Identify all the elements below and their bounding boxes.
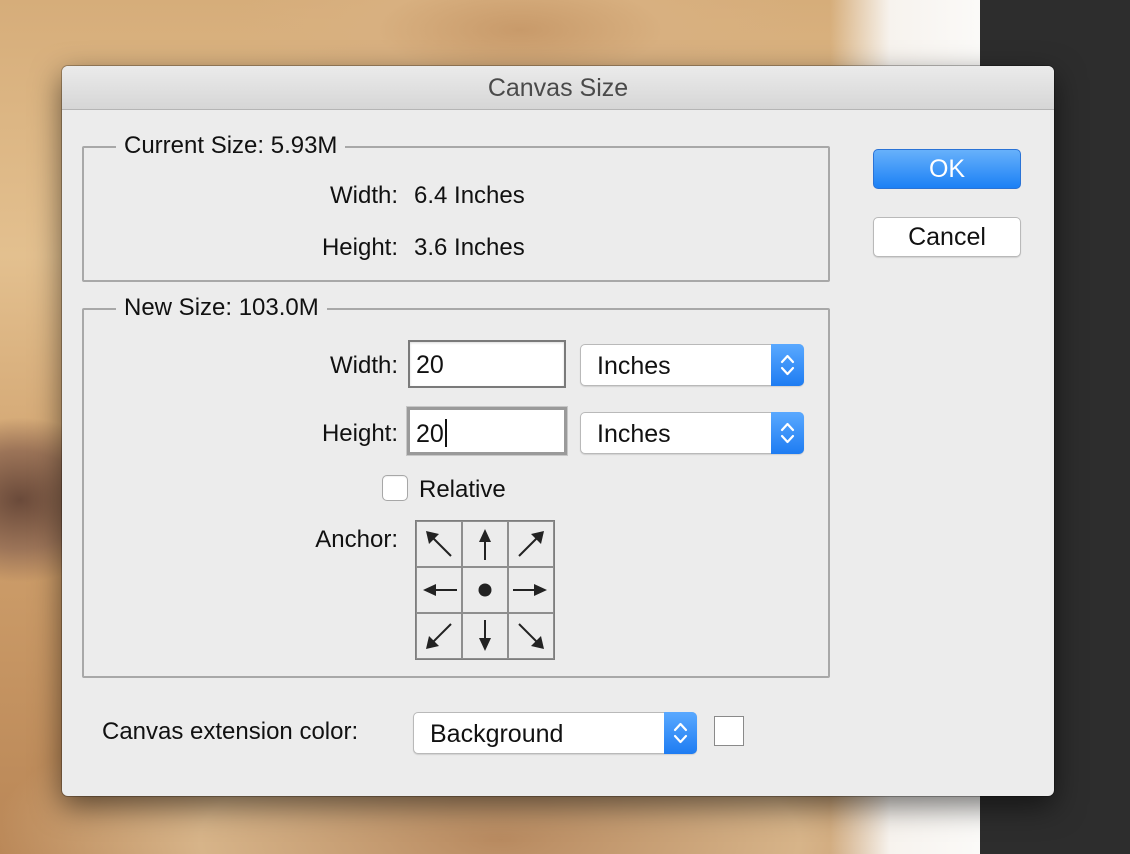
anchor-bottom-right[interactable] <box>508 613 554 659</box>
arrow-right-icon <box>513 584 547 596</box>
anchor-right[interactable] <box>508 567 554 613</box>
chevron-up-down-icon <box>771 344 804 386</box>
current-width-label: Width: <box>329 182 398 209</box>
ok-button[interactable]: OK <box>873 149 1021 189</box>
anchor-label: Anchor: <box>315 526 398 553</box>
anchor-top-left[interactable] <box>416 521 462 567</box>
arrow-up-left-icon <box>426 531 452 557</box>
relative-label[interactable]: Relative <box>419 476 506 504</box>
anchor-bottom-left[interactable] <box>416 613 462 659</box>
new-size-group: New Size: 103.0M Width: 20 Inches Height… <box>82 294 830 678</box>
width-unit-select[interactable]: Inches <box>580 344 804 386</box>
current-height-value: 3.6 Inches <box>414 234 525 261</box>
current-height-label: Height: <box>321 234 398 261</box>
new-width-label: Width: <box>329 352 398 379</box>
anchor-top[interactable] <box>462 521 508 567</box>
anchor-left[interactable] <box>416 567 462 613</box>
extension-color-value: Background <box>430 720 564 748</box>
canvas-size-dialog: Canvas Size Current Size: 5.93M Width: 6… <box>62 66 1054 796</box>
extension-color-select[interactable]: Background <box>413 712 697 754</box>
extension-color-swatch[interactable] <box>714 716 744 746</box>
arrow-down-left-icon <box>426 623 452 649</box>
anchor-center-dot-icon <box>478 583 492 597</box>
new-width-input[interactable]: 20 <box>408 340 566 388</box>
new-width-input-value: 20 <box>416 351 444 379</box>
cancel-button[interactable]: Cancel <box>873 217 1021 257</box>
arrow-down-icon <box>479 620 491 651</box>
anchor-top-right[interactable] <box>508 521 554 567</box>
anchor-grid <box>415 520 555 660</box>
anchor-center[interactable] <box>462 567 508 613</box>
new-height-input[interactable]: 20 <box>407 407 567 455</box>
dialog-title: Canvas Size <box>62 66 1054 110</box>
text-caret <box>444 419 447 447</box>
arrow-up-icon <box>479 529 491 560</box>
arrow-up-right-icon <box>518 531 544 557</box>
new-size-legend: New Size: 103.0M <box>116 294 327 322</box>
arrow-down-right-icon <box>518 623 544 649</box>
width-unit-value: Inches <box>597 352 671 380</box>
new-height-label: Height: <box>321 420 398 447</box>
height-unit-select[interactable]: Inches <box>580 412 804 454</box>
current-size-legend: Current Size: 5.93M <box>116 132 346 160</box>
new-height-input-value: 20 <box>416 420 444 448</box>
current-width-value: 6.4 Inches <box>414 182 525 209</box>
extension-color-label: Canvas extension color: <box>102 718 359 745</box>
relative-checkbox[interactable] <box>382 475 408 501</box>
chevron-up-down-icon <box>664 712 697 754</box>
chevron-up-down-icon <box>771 412 804 454</box>
height-unit-value: Inches <box>597 420 671 448</box>
anchor-bottom[interactable] <box>462 613 508 659</box>
current-size-group: Current Size: 5.93M Width: 6.4 Inches He… <box>82 132 830 282</box>
arrow-left-icon <box>423 584 457 596</box>
